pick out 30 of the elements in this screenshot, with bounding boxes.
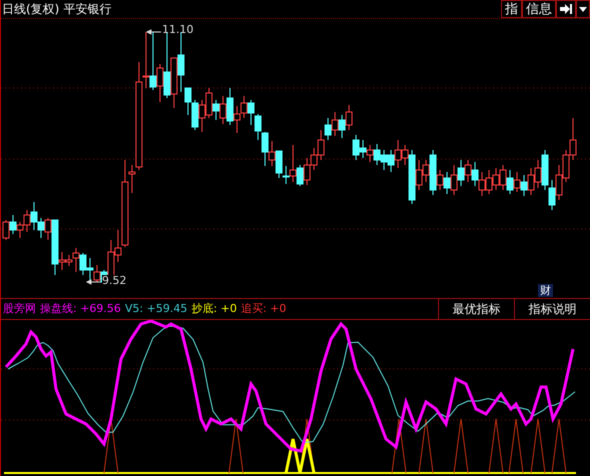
- indicator-button[interactable]: 最优指标: [438, 299, 514, 319]
- buy-signal-spike: [418, 418, 434, 474]
- buy-signal-spike: [454, 418, 468, 474]
- arrow-to-bar-icon: [560, 4, 572, 14]
- stock-name: 平安银行: [63, 1, 112, 18]
- dropdown-button[interactable]: [576, 0, 590, 18]
- indicator-reading: 追买: +0: [240, 300, 286, 317]
- bottom-signal-spike: [298, 438, 316, 474]
- toolbar-button[interactable]: 信息: [522, 0, 556, 18]
- buy-signal-spike: [392, 418, 406, 474]
- low-price-label: 9.52: [102, 275, 126, 286]
- chart-period: 日线(复权): [2, 1, 60, 18]
- jump-button[interactable]: [556, 0, 576, 18]
- indicator-reading: V5: +59.45: [124, 300, 188, 317]
- finance-badge[interactable]: 财: [538, 284, 553, 297]
- low-price-arrow: [86, 279, 102, 284]
- bottom-signal-spike: [284, 438, 302, 474]
- buy-signal-spike: [530, 418, 546, 474]
- indicator-name: 股旁网: [3, 300, 36, 317]
- indicator-reading: 抄底: +0: [191, 300, 237, 317]
- indicator-reading: 操盘线: +69.56: [40, 300, 121, 317]
- indicator-button[interactable]: 指标说明: [514, 299, 590, 319]
- buy-signal-spike: [508, 418, 524, 474]
- toolbar-button[interactable]: 指: [501, 0, 522, 18]
- buy-signal-spike: [552, 418, 566, 474]
- buy-signal-spike: [228, 418, 244, 474]
- high-price-arrow: [146, 29, 162, 34]
- buy-signal-spike: [488, 418, 504, 474]
- caret-icon: [579, 6, 587, 12]
- high-price-label: 11.10: [162, 24, 194, 35]
